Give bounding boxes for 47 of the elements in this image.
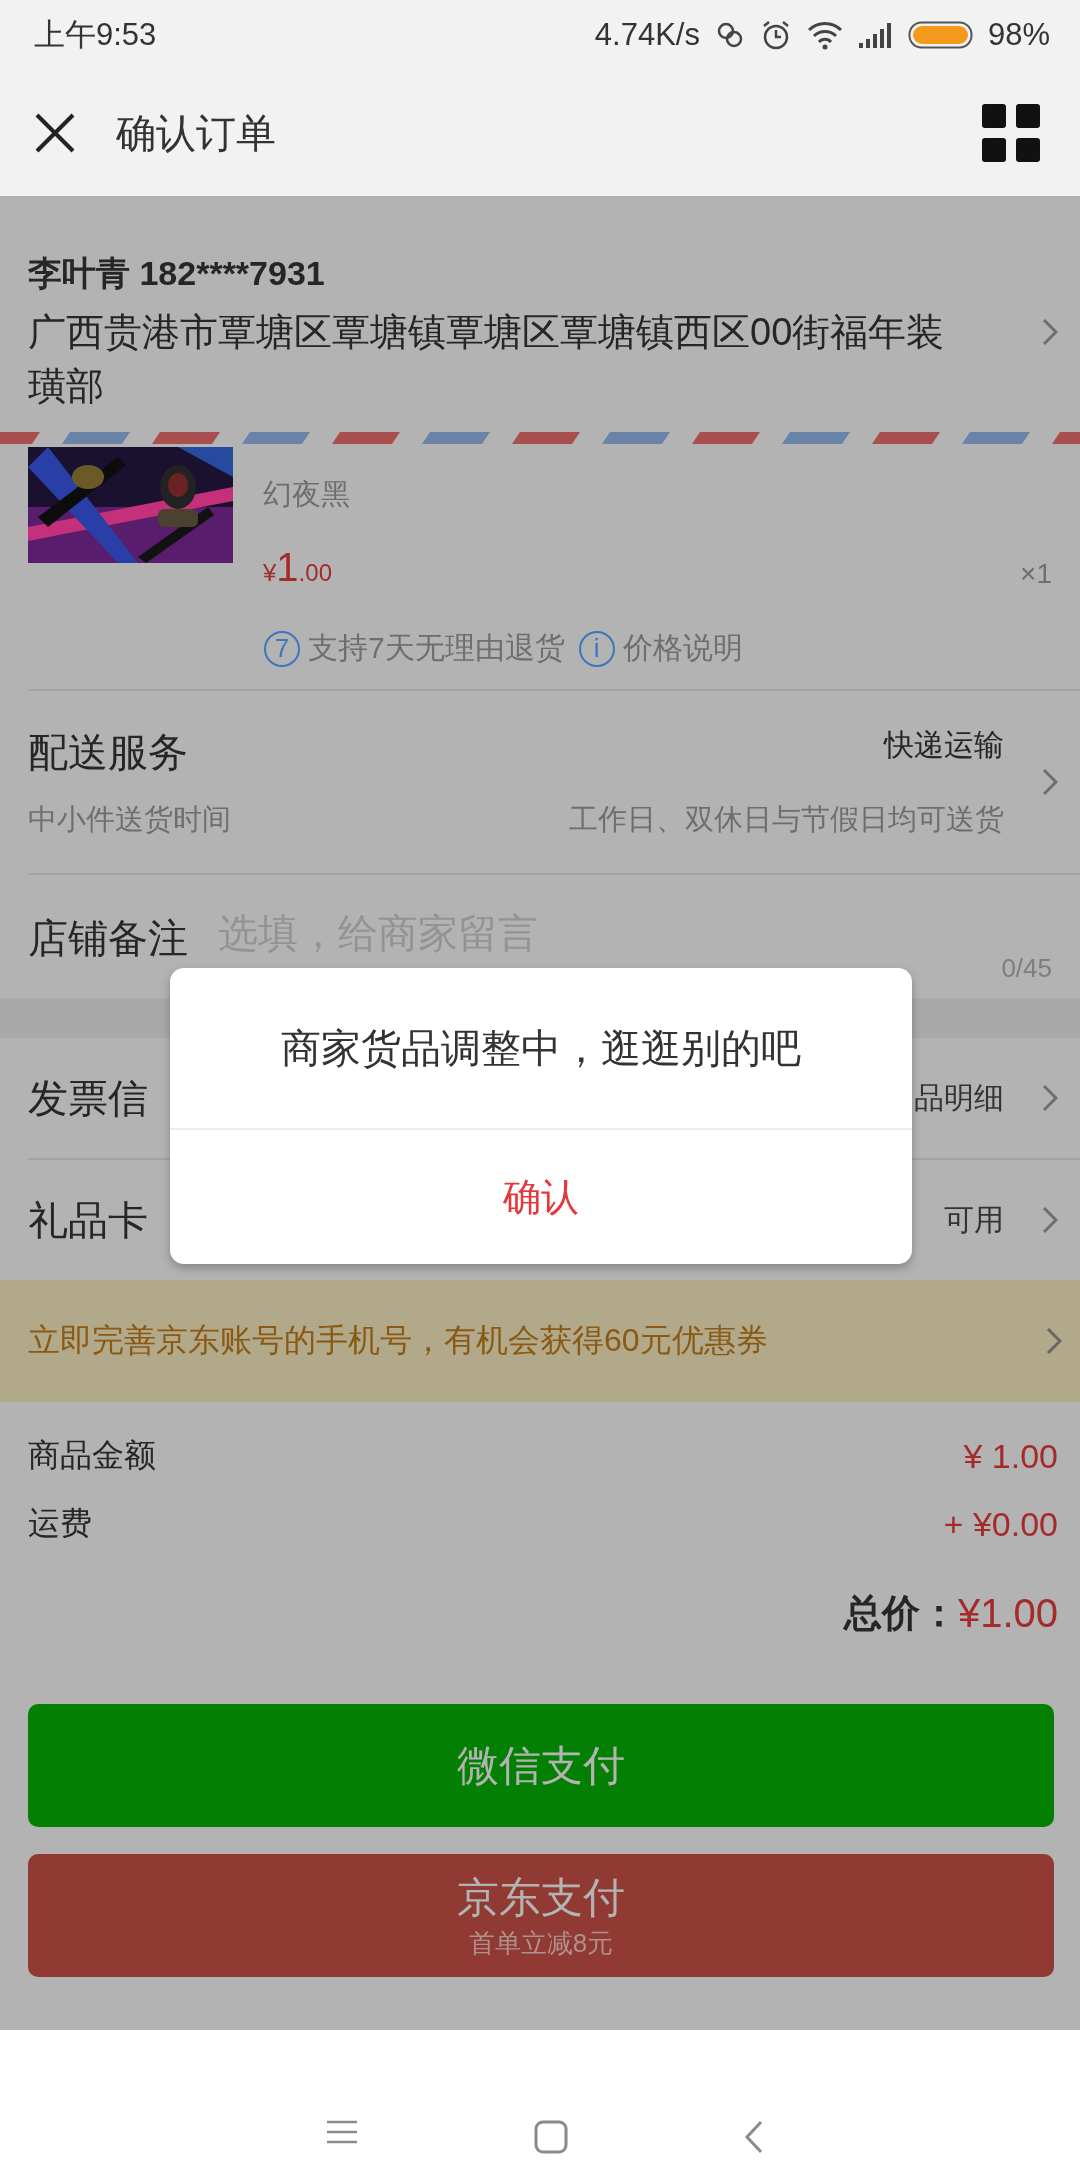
- quantity-text: ×1: [1020, 558, 1052, 590]
- amount-label: 运费: [28, 1504, 92, 1543]
- total-label: 总价：: [843, 1590, 958, 1636]
- tag-label: 价格说明: [622, 630, 743, 666]
- price-text: ¥1.00: [263, 545, 332, 590]
- row-value: 品明细: [914, 1079, 1004, 1116]
- chevron-icon: [1042, 1084, 1058, 1112]
- promo-banner[interactable]: 立即完善京东账号的手机号，有机会获得60元优惠券: [0, 1280, 1080, 1402]
- contact-name: 李叶青 182****7931: [28, 253, 326, 294]
- pay-button[interactable]: 微信支付: [28, 1704, 1054, 1827]
- row-label: 礼品卡: [28, 1196, 148, 1244]
- variant-label: 幻夜黑: [263, 477, 351, 512]
- tag-label: 支持7天无理由退货: [308, 630, 565, 666]
- promo-text: 立即完善京东账号的手机号，有机会获得60元优惠券: [28, 1321, 769, 1360]
- circle-icon: i: [578, 630, 615, 667]
- chevron-icon: [1042, 1206, 1058, 1234]
- row-label: 发票信: [28, 1074, 148, 1122]
- home-icon[interactable]: [534, 2120, 568, 2154]
- menu-icon[interactable]: [326, 2120, 358, 2144]
- chevron-icon: [1046, 1327, 1062, 1355]
- amount-value: ¥ 1.00: [963, 1436, 1058, 1476]
- delivery-method: 快递运输: [882, 726, 1004, 763]
- signal-icon: [857, 21, 894, 49]
- amount-value: + ¥0.00: [943, 1504, 1058, 1544]
- delivery-note: 中小件送货时间: [28, 801, 232, 837]
- confirm-button[interactable]: 确认: [170, 1130, 912, 1264]
- pay-button[interactable]: 京东支付 首单立减8元: [28, 1854, 1054, 1977]
- delivery-detail: 工作日、双休日与节假日均可送货: [569, 801, 1004, 837]
- amount-label: 商品金额: [28, 1436, 156, 1475]
- close-icon[interactable]: [34, 112, 76, 154]
- address-text: 广西贵港市覃塘区覃塘镇覃塘区覃塘镇西区00街福年装璜部: [28, 310, 946, 409]
- grid-menu-icon[interactable]: [982, 104, 1040, 162]
- section-label: 配送服务: [28, 728, 189, 776]
- chevron-icon: [1042, 768, 1058, 796]
- circle-icon: 7: [264, 630, 300, 667]
- wifi-icon: [805, 20, 844, 50]
- network-speed: 4.74K/s: [594, 17, 700, 53]
- clock-time: 上午9:53: [34, 16, 157, 54]
- row-value: 可用: [944, 1201, 1004, 1238]
- section-label: 店铺备注: [28, 915, 188, 962]
- battery-icon: [907, 20, 974, 50]
- page-title: 确认订单: [116, 109, 277, 157]
- dialog-message: 商家货品调整中，逛逛别的吧: [281, 1024, 801, 1072]
- total-value: ¥1.00: [957, 1590, 1058, 1636]
- chevron-icon: [1042, 318, 1058, 346]
- battery-percent: 98%: [987, 17, 1050, 53]
- back-icon[interactable]: [744, 2120, 764, 2154]
